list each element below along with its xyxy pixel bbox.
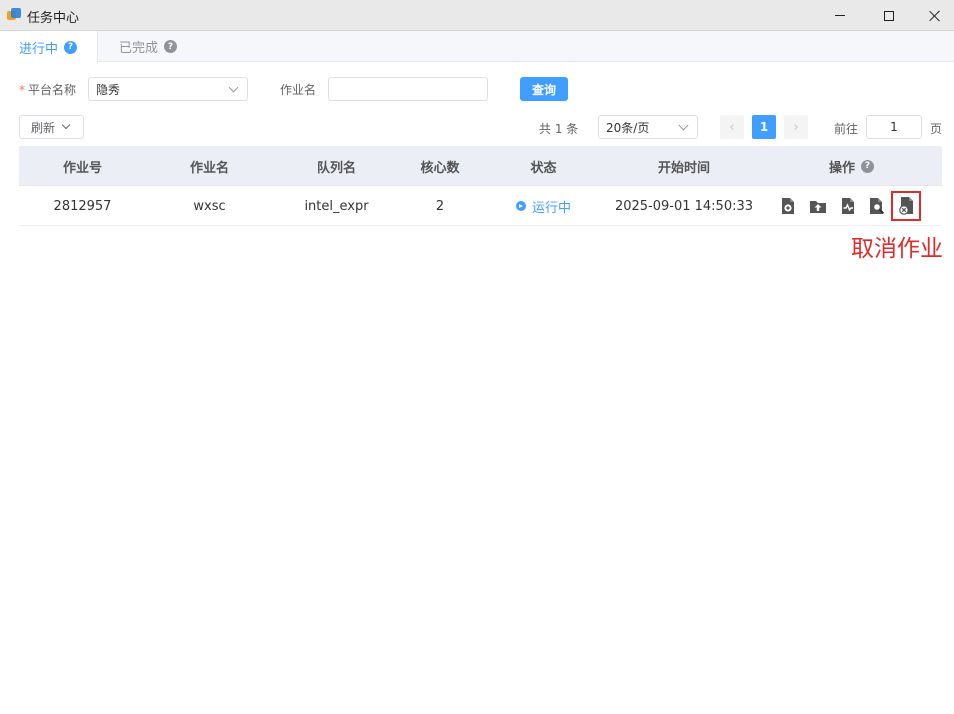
cell-job-name: wxsc (193, 198, 226, 214)
column-header: 开始时间 (657, 160, 710, 176)
column-header: 作业号 (62, 160, 102, 176)
job-name-label: 作业名 (280, 83, 317, 97)
chevron-down-icon (228, 82, 239, 93)
monitor-file-icon (842, 198, 854, 214)
tab-in-progress[interactable]: 进行中 ? (0, 31, 98, 63)
cancel-job-icon (899, 197, 913, 215)
cancel-job-annotation: 取消作业 (851, 236, 943, 262)
column-header: 核心数 (420, 160, 460, 176)
help-icon[interactable]: ? (861, 159, 874, 173)
total-count: 共 1 条 (539, 122, 579, 136)
column-header: 作业名 (189, 160, 229, 176)
platform-select-value: 隐秀 (96, 82, 121, 97)
upload-folder-button[interactable] (807, 195, 829, 217)
chevron-right-icon: › (793, 119, 799, 135)
settings-file-button[interactable] (777, 195, 799, 217)
settings-file-icon (782, 198, 794, 214)
cell-status: 运行中 (480, 186, 607, 226)
refresh-label: 刷新 (31, 120, 56, 135)
column-header: 队列名 (316, 160, 356, 176)
window-titlebar: 任务中心 (0, 0, 954, 31)
platform-label: * 平台名称 (19, 83, 77, 97)
search-file-button[interactable] (866, 195, 888, 217)
upload-folder-icon (810, 201, 826, 213)
job-name-input[interactable] (328, 77, 488, 101)
tab-label: 进行中 (19, 41, 59, 57)
monitor-file-button[interactable] (837, 195, 859, 217)
minimize-icon (835, 15, 845, 16)
close-icon (929, 10, 941, 22)
page-size-select[interactable]: 20条/页 (598, 115, 698, 139)
tab-bar: 进行中 ? 已完成 ? (0, 31, 954, 63)
cell-queue: intel_expr (304, 198, 369, 214)
chevron-down-icon (678, 120, 689, 131)
tab-label: 已完成 (119, 41, 159, 56)
goto-prefix: 前往 (834, 122, 859, 136)
goto-page-input[interactable] (866, 115, 922, 139)
minimize-button[interactable] (817, 0, 863, 31)
status-text: 运行中 (531, 200, 571, 216)
goto-suffix: 页 (930, 122, 943, 136)
tab-completed[interactable]: 已完成 ? (119, 31, 178, 62)
close-button[interactable] (912, 0, 954, 31)
required-mark: * (19, 83, 25, 97)
column-header-actions: 操作 ? (761, 146, 942, 186)
running-status-icon (515, 201, 526, 211)
search-button[interactable]: 查询 (520, 77, 568, 101)
page-number-current[interactable]: 1 (752, 115, 776, 139)
column-header: 状态 (530, 160, 557, 176)
maximize-button[interactable] (866, 0, 912, 31)
cell-cores: 2 (435, 198, 445, 214)
page-size-value: 20条/页 (606, 120, 650, 135)
cell-start-time: 2025-09-01 14:50:33 (614, 198, 754, 214)
cell-job-id: 2812957 (53, 198, 112, 214)
prev-page-button[interactable]: ‹ (720, 115, 744, 139)
next-page-button[interactable]: › (784, 115, 808, 139)
chevron-down-icon (61, 120, 71, 130)
search-file-icon (870, 198, 885, 215)
help-icon[interactable]: ? (64, 40, 78, 54)
cancel-job-button[interactable] (891, 191, 921, 221)
table-row: 2812957 wxsc intel_expr 2 运行中 2025-09-01… (19, 186, 942, 226)
app-logo-icon (7, 8, 21, 22)
maximize-icon (884, 10, 894, 21)
window-title: 任务中心 (27, 11, 80, 26)
chevron-left-icon: ‹ (729, 119, 735, 135)
refresh-dropdown[interactable]: 刷新 (19, 115, 84, 139)
help-icon[interactable]: ? (164, 40, 178, 53)
platform-select[interactable]: 隐秀 (88, 77, 248, 101)
table-header: 作业号 作业名 队列名 核心数 状态 开始时间 操作 ? (19, 146, 942, 186)
